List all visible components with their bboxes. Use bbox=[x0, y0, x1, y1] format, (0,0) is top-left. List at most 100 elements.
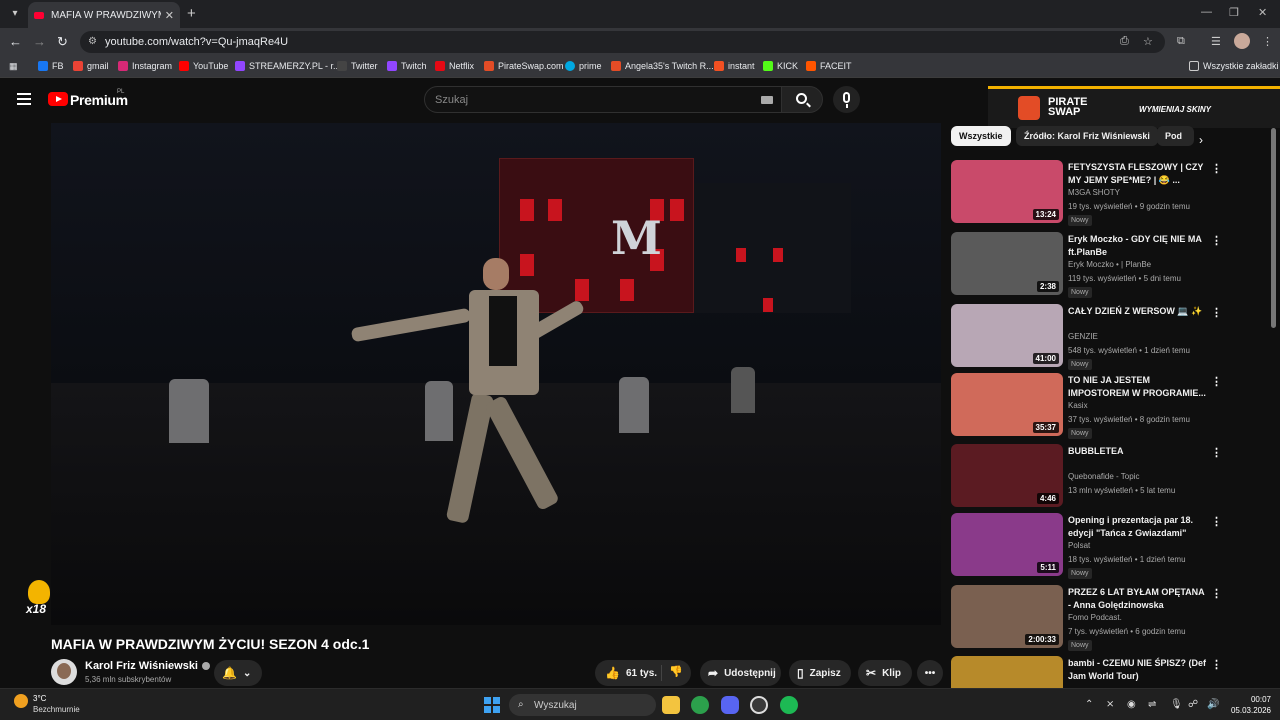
steam-icon[interactable] bbox=[750, 696, 768, 714]
bookmark-faceit[interactable]: FACEIT bbox=[806, 61, 852, 71]
more-options-icon[interactable]: ⋮ bbox=[1211, 587, 1222, 600]
chip-source[interactable]: Źródło: Karol Friz Wiśniewski bbox=[1016, 126, 1158, 146]
save-button[interactable]: ▯ Zapisz bbox=[789, 660, 851, 686]
keyboard-icon[interactable] bbox=[761, 96, 773, 104]
restore-icon[interactable]: ❐ bbox=[1229, 6, 1239, 19]
reading-list-icon[interactable]: ☰ bbox=[1211, 35, 1221, 48]
weather-moon-icon[interactable] bbox=[14, 694, 28, 708]
weather-desc[interactable]: Bezchmurnie bbox=[33, 705, 80, 714]
tray-discord-icon[interactable]: ◉ bbox=[1127, 699, 1136, 710]
new-tab-button[interactable]: + bbox=[187, 5, 196, 22]
recommendation-title[interactable]: bambi - CZEMU NIE ŚPISZ? (Def Jam World … bbox=[1068, 657, 1208, 683]
bookmark-instant[interactable]: instant bbox=[714, 61, 755, 71]
recommendation-item[interactable]: 2:38 Eryk Moczko - GDY CIĘ NIE MA ft.Plan… bbox=[951, 232, 1226, 298]
ad-cta[interactable]: WYMIENIAJ SKINY bbox=[1139, 105, 1211, 114]
bookmark-youtube[interactable]: YouTube bbox=[179, 61, 228, 71]
like-button[interactable]: 👍 61 tys. 👎 bbox=[595, 660, 691, 686]
video-thumbnail[interactable]: 2:38 bbox=[951, 232, 1063, 295]
file-explorer-icon[interactable] bbox=[662, 696, 680, 714]
url-text[interactable]: youtube.com/watch?v=Qu-jmaqRe4U bbox=[105, 36, 288, 48]
volume-icon[interactable]: 🔊 bbox=[1207, 699, 1219, 710]
install-app-icon[interactable]: ⎙ bbox=[1120, 35, 1129, 48]
recommendation-channel[interactable]: Quebonafide - Topic bbox=[1068, 472, 1139, 481]
chevron-right-icon[interactable]: › bbox=[1199, 133, 1203, 147]
minimize-icon[interactable]: — bbox=[1201, 6, 1212, 18]
video-thumbnail[interactable]: 35:37 bbox=[951, 373, 1063, 436]
start-icon[interactable] bbox=[484, 697, 500, 713]
recommendation-item[interactable]: bambi - CZEMU NIE ŚPISZ? (Def Jam World … bbox=[951, 656, 1226, 688]
tray-app-icon[interactable]: ⇌ bbox=[1148, 699, 1156, 710]
recommendation-title[interactable]: TO NIE JA JESTEM IMPOSTOREM W PROGRAMIE.… bbox=[1068, 374, 1208, 400]
video-thumbnail[interactable]: 13:24 bbox=[951, 160, 1063, 223]
menu-icon[interactable] bbox=[17, 93, 31, 105]
microphone-tray-icon[interactable]: 🎙 bbox=[1170, 699, 1183, 710]
back-icon[interactable]: ← bbox=[9, 34, 22, 49]
wifi-icon[interactable]: ☍ bbox=[1188, 699, 1198, 710]
bookmark-fb[interactable]: FB bbox=[38, 61, 64, 71]
recommendation-channel[interactable]: Kasix bbox=[1068, 401, 1088, 410]
channel-avatar[interactable] bbox=[51, 659, 77, 685]
more-actions-button[interactable]: ••• bbox=[917, 660, 943, 686]
more-options-icon[interactable]: ⋮ bbox=[1211, 658, 1222, 671]
recommendation-item[interactable]: 2:00:33 PRZEZ 6 LAT BYŁAM OPĘTANA - Anna … bbox=[951, 585, 1226, 651]
video-thumbnail[interactable]: 2:00:33 bbox=[951, 585, 1063, 648]
all-bookmarks[interactable]: Wszystkie zakładki bbox=[1189, 61, 1279, 71]
recommendation-channel[interactable]: GENZIE bbox=[1068, 332, 1098, 341]
reload-icon[interactable]: ↻ bbox=[57, 34, 68, 50]
bookmark-angela[interactable]: Angela35's Twitch R... bbox=[611, 61, 714, 71]
bookmark-prime[interactable]: prime bbox=[565, 61, 602, 71]
video-thumbnail[interactable] bbox=[951, 656, 1063, 688]
notification-bell-button[interactable]: 🔔 ⌄ bbox=[214, 660, 262, 686]
more-options-icon[interactable]: ⋮ bbox=[1211, 515, 1222, 528]
bookmark-netflix[interactable]: Netflix bbox=[435, 61, 474, 71]
forward-icon[interactable]: → bbox=[33, 34, 46, 49]
bookmark-streamerzy[interactable]: STREAMERZY.PL - r... bbox=[235, 61, 341, 71]
chrome-menu-icon[interactable]: ⋮ bbox=[1262, 35, 1273, 48]
bookmark-star-icon[interactable]: ☆ bbox=[1143, 35, 1153, 48]
more-options-icon[interactable]: ⋮ bbox=[1211, 306, 1222, 319]
recommendation-title[interactable]: Opening i prezentacja par 18. edycji "Ta… bbox=[1068, 514, 1208, 540]
recommendation-title[interactable]: CAŁY DZIEŃ Z WERSOW 💻 ✨ bbox=[1068, 305, 1208, 318]
recommendation-channel[interactable]: Fomo Podcast. bbox=[1068, 613, 1122, 622]
recommendation-item[interactable]: 13:24 FETYSZYSTA FLESZOWY | CZY MY JEMY S… bbox=[951, 160, 1226, 226]
video-player[interactable]: M bbox=[51, 123, 941, 625]
search-button[interactable] bbox=[781, 86, 823, 113]
extensions-icon[interactable]: ⧉ bbox=[1177, 35, 1185, 48]
video-thumbnail[interactable]: 4:46 bbox=[951, 444, 1063, 507]
tab-active[interactable]: MAFIA W PRAWDZIWYM ŻYCIU ✕ bbox=[28, 2, 180, 28]
youtube-logo-icon[interactable] bbox=[48, 92, 68, 106]
search-input[interactable]: Szukaj bbox=[424, 86, 782, 113]
site-info-icon[interactable]: ⚙ bbox=[88, 36, 97, 47]
recommendation-item[interactable]: 41:00 CAŁY DZIEŃ Z WERSOW 💻 ✨ GENZIE 548 ty… bbox=[951, 304, 1226, 370]
recommendation-item[interactable]: 5:11 Opening i prezentacja par 18. edycji… bbox=[951, 513, 1226, 579]
recommendation-item[interactable]: 35:37 TO NIE JA JESTEM IMPOSTOREM W PROGR… bbox=[951, 373, 1226, 439]
weather-temp[interactable]: 3°C bbox=[33, 694, 46, 703]
recommendation-title[interactable]: Eryk Moczko - GDY CIĘ NIE MA ft.PlanBe bbox=[1068, 233, 1208, 259]
bookmark-kick[interactable]: KICK bbox=[763, 61, 798, 71]
more-options-icon[interactable]: ⋮ bbox=[1211, 234, 1222, 247]
tray-network-off-icon[interactable]: ⨯ bbox=[1106, 699, 1114, 710]
more-options-icon[interactable]: ⋮ bbox=[1211, 446, 1222, 459]
recommendation-title[interactable]: FETYSZYSTA FLESZOWY | CZY MY JEMY SPE*ME… bbox=[1068, 161, 1208, 187]
video-thumbnail[interactable]: 5:11 bbox=[951, 513, 1063, 576]
bookmark-twitter[interactable]: Twitter bbox=[337, 61, 378, 71]
share-button[interactable]: ➦ Udostępnij bbox=[700, 660, 781, 686]
recommendation-channel[interactable]: Eryk Moczko • | PlanBe bbox=[1068, 260, 1151, 269]
recommendation-channel[interactable]: Polsat bbox=[1068, 541, 1090, 550]
bookmark-pirateswap[interactable]: PirateSwap.com bbox=[484, 61, 564, 71]
video-thumbnail[interactable]: 41:00 bbox=[951, 304, 1063, 367]
address-bar[interactable]: ⚙ youtube.com/watch?v=Qu-jmaqRe4U ⎙ ☆ bbox=[80, 31, 1165, 53]
clock[interactable]: 00:07 05.03.2026 bbox=[1227, 694, 1271, 716]
chip-all[interactable]: Wszystkie bbox=[951, 126, 1011, 146]
recommendation-title[interactable]: PRZEZ 6 LAT BYŁAM OPĘTANA - Anna Golędzi… bbox=[1068, 586, 1208, 612]
profile-avatar[interactable] bbox=[1234, 33, 1250, 49]
tray-overflow-icon[interactable]: ⌃ bbox=[1085, 699, 1093, 710]
discord-icon[interactable] bbox=[721, 696, 739, 714]
close-tab-icon[interactable]: ✕ bbox=[165, 9, 174, 22]
clip-button[interactable]: ✂ Klip bbox=[858, 660, 912, 686]
tab-search-button[interactable]: ▾ bbox=[6, 5, 24, 23]
bookmark-instagram[interactable]: Instagram bbox=[118, 61, 172, 71]
chrome-icon[interactable] bbox=[691, 696, 709, 714]
bookmark-gmail[interactable]: gmail bbox=[73, 61, 109, 71]
voice-search-button[interactable] bbox=[833, 86, 860, 113]
